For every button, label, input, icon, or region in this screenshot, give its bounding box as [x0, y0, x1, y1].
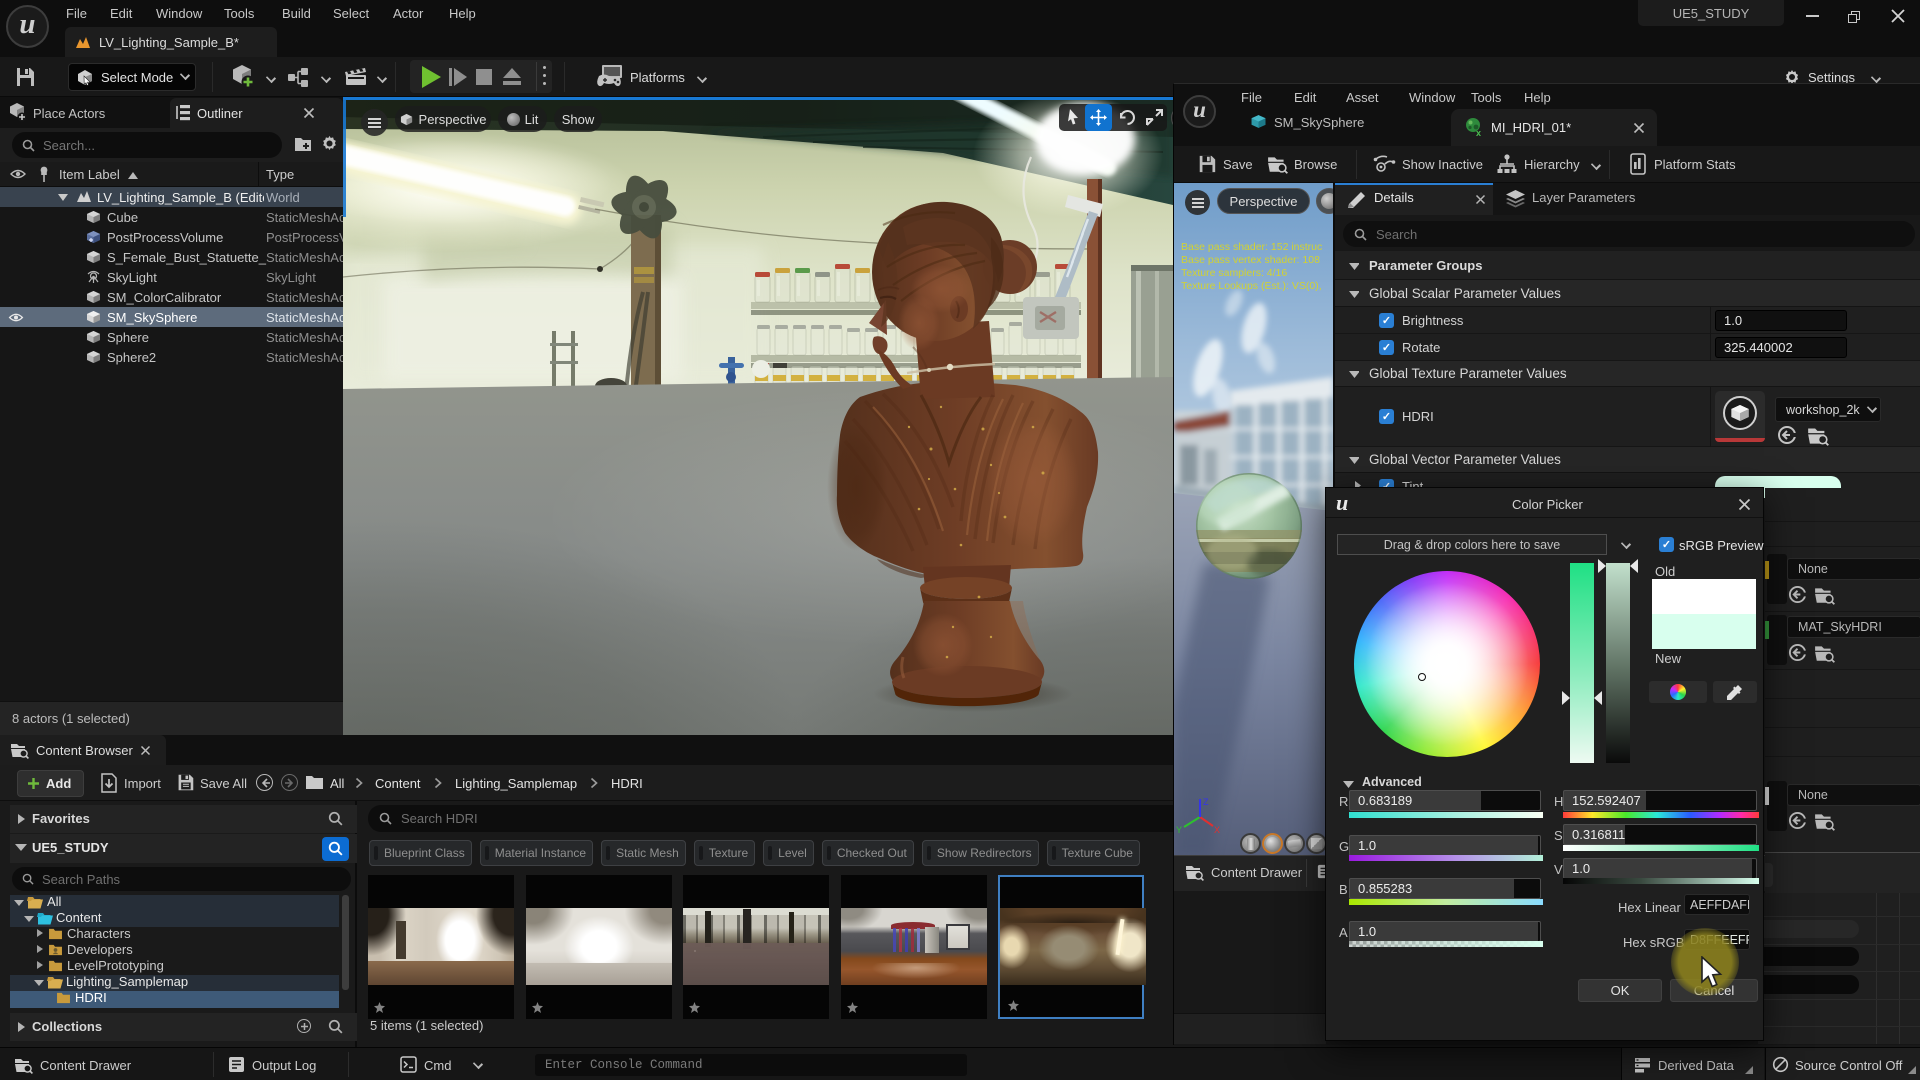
- svg-text:Z: Z: [1203, 797, 1209, 807]
- svg-text:x: x: [1476, 128, 1481, 137]
- svg-text:Y: Y: [1176, 825, 1182, 835]
- svg-text:X: X: [1214, 825, 1220, 835]
